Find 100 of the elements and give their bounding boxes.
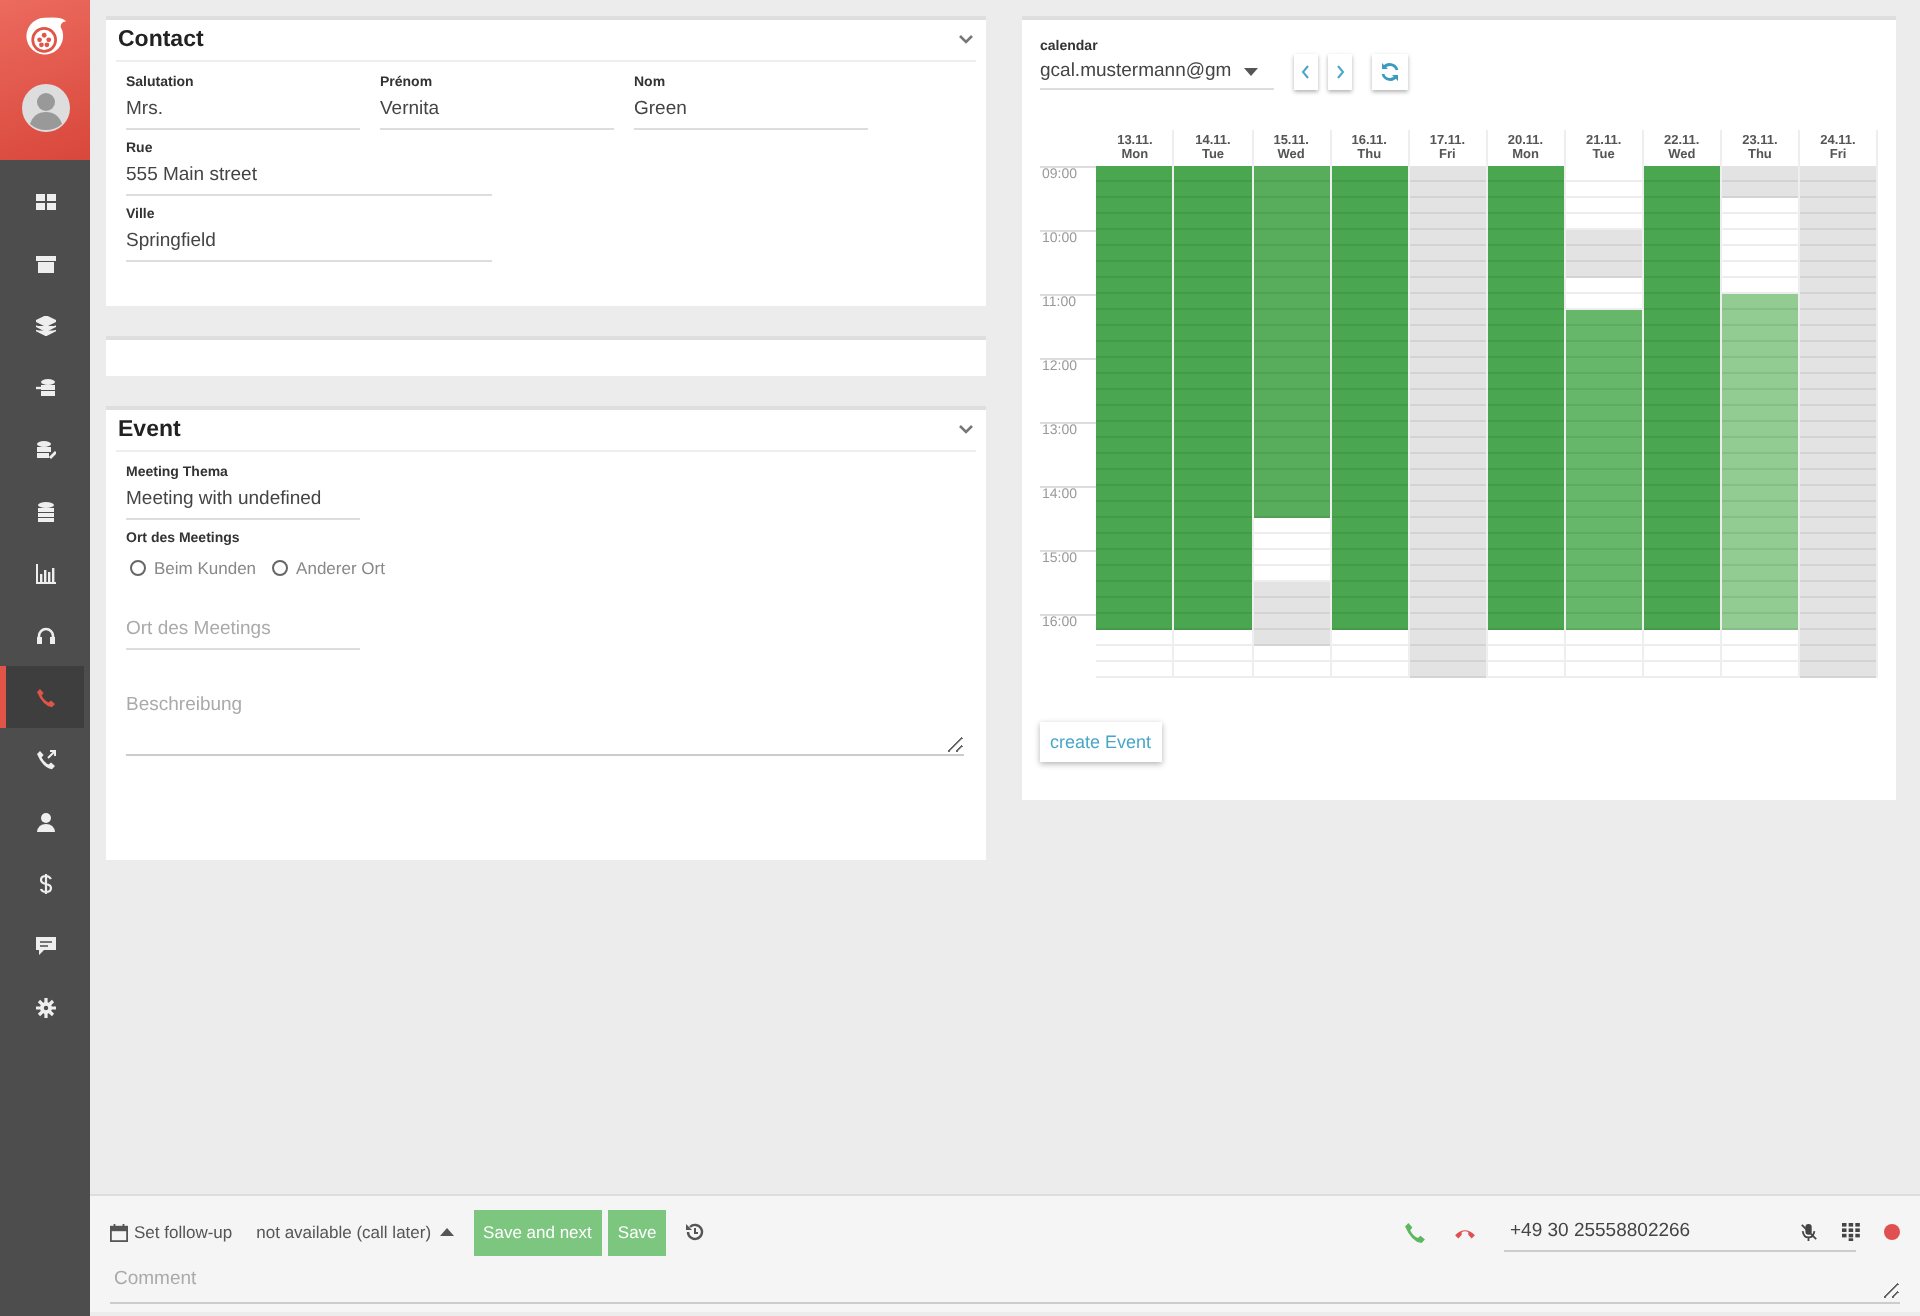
busy-slot[interactable] (1096, 390, 1173, 406)
busy-slot[interactable] (1174, 310, 1252, 326)
busy-slot[interactable] (1174, 598, 1252, 614)
busy-slot[interactable] (1643, 342, 1720, 358)
busy-slot[interactable] (1253, 166, 1330, 182)
unavailable-slot[interactable] (1565, 262, 1642, 278)
busy-slot[interactable] (1174, 198, 1252, 214)
refresh-button[interactable] (1372, 54, 1408, 90)
busy-slot[interactable] (1096, 582, 1173, 598)
busy-slot[interactable] (1331, 294, 1408, 310)
busy-slot[interactable] (1174, 486, 1252, 502)
busy-slot[interactable] (1096, 614, 1173, 630)
busy-slot[interactable] (1643, 582, 1720, 598)
tentative-slot[interactable] (1721, 342, 1798, 358)
busy-slot[interactable] (1643, 182, 1720, 198)
busy-slot[interactable] (1331, 358, 1408, 374)
busy-slot[interactable] (1253, 342, 1330, 358)
unavailable-slot[interactable] (1409, 326, 1486, 342)
busy-slot[interactable] (1487, 550, 1564, 566)
busy-slot[interactable] (1174, 390, 1252, 406)
busy-slot[interactable] (1331, 566, 1408, 582)
busy-slot[interactable] (1096, 342, 1173, 358)
busy-slot[interactable] (1565, 534, 1642, 550)
busy-slot[interactable] (1253, 294, 1330, 310)
busy-slot[interactable] (1331, 374, 1408, 390)
unavailable-slot[interactable] (1799, 166, 1877, 182)
busy-slot[interactable] (1487, 518, 1564, 534)
busy-slot[interactable] (1096, 262, 1173, 278)
busy-slot[interactable] (1331, 550, 1408, 566)
busy-slot[interactable] (1487, 326, 1564, 342)
busy-slot[interactable] (1174, 422, 1252, 438)
unavailable-slot[interactable] (1799, 374, 1877, 390)
busy-slot[interactable] (1331, 310, 1408, 326)
tentative-slot[interactable] (1721, 358, 1798, 374)
unavailable-slot[interactable] (1799, 294, 1877, 310)
busy-slot[interactable] (1174, 534, 1252, 550)
busy-slot[interactable] (1487, 310, 1564, 326)
busy-slot[interactable] (1643, 422, 1720, 438)
busy-slot[interactable] (1174, 294, 1252, 310)
busy-slot[interactable] (1174, 614, 1252, 630)
busy-slot[interactable] (1174, 214, 1252, 230)
busy-slot[interactable] (1253, 246, 1330, 262)
busy-slot[interactable] (1096, 438, 1173, 454)
busy-slot[interactable] (1331, 246, 1408, 262)
unavailable-slot[interactable] (1565, 230, 1642, 246)
calendar-select[interactable]: gcal.mustermann@gm (1040, 60, 1274, 90)
keypad-icon[interactable] (1842, 1222, 1860, 1242)
unavailable-slot[interactable] (1409, 582, 1486, 598)
input-field[interactable]: Vernita (380, 98, 614, 130)
unavailable-slot[interactable] (1799, 310, 1877, 326)
busy-slot[interactable] (1643, 198, 1720, 214)
busy-slot[interactable] (1253, 454, 1330, 470)
busy-slot[interactable] (1487, 422, 1564, 438)
unavailable-slot[interactable] (1799, 326, 1877, 342)
busy-slot[interactable] (1253, 406, 1330, 422)
busy-slot[interactable] (1096, 598, 1173, 614)
busy-slot[interactable] (1096, 198, 1173, 214)
busy-slot[interactable] (1174, 550, 1252, 566)
unavailable-slot[interactable] (1409, 374, 1486, 390)
busy-slot[interactable] (1331, 534, 1408, 550)
unavailable-slot[interactable] (1721, 182, 1798, 198)
busy-slot[interactable] (1565, 438, 1642, 454)
tentative-slot[interactable] (1721, 566, 1798, 582)
unavailable-slot[interactable] (1409, 278, 1486, 294)
unavailable-slot[interactable] (1409, 486, 1486, 502)
busy-slot[interactable] (1643, 598, 1720, 614)
busy-slot[interactable] (1253, 262, 1330, 278)
busy-slot[interactable] (1487, 390, 1564, 406)
next-button[interactable] (1328, 54, 1352, 90)
unavailable-slot[interactable] (1799, 598, 1877, 614)
tentative-slot[interactable] (1721, 438, 1798, 454)
busy-slot[interactable] (1174, 166, 1252, 182)
busy-slot[interactable] (1487, 342, 1564, 358)
busy-slot[interactable] (1487, 214, 1564, 230)
busy-slot[interactable] (1643, 390, 1720, 406)
tentative-slot[interactable] (1721, 326, 1798, 342)
busy-slot[interactable] (1487, 262, 1564, 278)
busy-slot[interactable] (1253, 470, 1330, 486)
unavailable-slot[interactable] (1409, 630, 1486, 646)
busy-slot[interactable] (1174, 182, 1252, 198)
busy-slot[interactable] (1565, 422, 1642, 438)
busy-slot[interactable] (1253, 198, 1330, 214)
busy-slot[interactable] (1643, 310, 1720, 326)
radio-button[interactable] (272, 560, 289, 576)
busy-slot[interactable] (1643, 454, 1720, 470)
unavailable-slot[interactable] (1799, 662, 1877, 678)
busy-slot[interactable] (1096, 518, 1173, 534)
tentative-slot[interactable] (1721, 534, 1798, 550)
busy-slot[interactable] (1565, 550, 1642, 566)
busy-slot[interactable] (1096, 230, 1173, 246)
busy-slot[interactable] (1096, 374, 1173, 390)
input-field[interactable]: Springfield (126, 230, 492, 262)
busy-slot[interactable] (1174, 326, 1252, 342)
unavailable-slot[interactable] (1799, 630, 1877, 646)
busy-slot[interactable] (1643, 278, 1720, 294)
busy-slot[interactable] (1565, 486, 1642, 502)
busy-slot[interactable] (1331, 166, 1408, 182)
busy-slot[interactable] (1643, 374, 1720, 390)
busy-slot[interactable] (1565, 518, 1642, 534)
unavailable-slot[interactable] (1409, 310, 1486, 326)
